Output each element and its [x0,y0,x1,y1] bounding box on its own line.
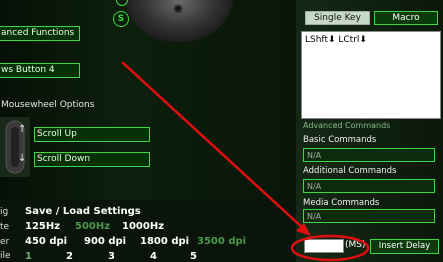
razer-config-window: ✺ S anced Functions ws Button 4 Mousewhe… [0,0,443,262]
red-annotation [121,61,370,262]
annotation-ellipse [290,234,370,262]
annotation-arrow-line [121,61,306,231]
